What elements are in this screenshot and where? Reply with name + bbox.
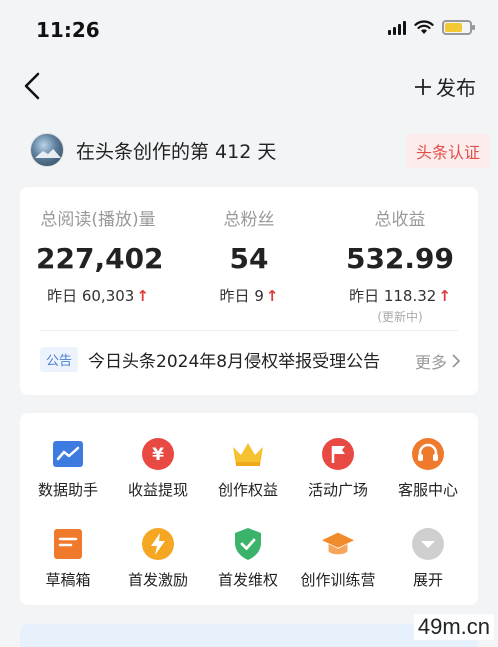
tool-drafts[interactable]: 草稿箱 bbox=[22, 527, 114, 590]
chevron-right-icon bbox=[452, 354, 460, 368]
publish-button[interactable]: 发布 bbox=[414, 72, 476, 101]
tool-label: 创作训练营 bbox=[300, 571, 376, 589]
tool-label: 客服中心 bbox=[397, 481, 458, 499]
yuan-icon: ¥ bbox=[141, 437, 175, 471]
stat-label: 总阅读(播放)量 bbox=[40, 210, 156, 230]
avatar[interactable] bbox=[30, 133, 64, 167]
notice-bar[interactable]: 公告 今日头条2024年8月侵权举报受理公告 更多 bbox=[40, 342, 460, 376]
stat-yesterday: 昨日 60,303 ↑ bbox=[36, 285, 160, 306]
stat-label: 总收益 bbox=[374, 210, 426, 230]
tool-creator-rights[interactable]: 创作权益 bbox=[202, 437, 294, 500]
publish-label: 发布 bbox=[436, 76, 476, 100]
notice-tag: 公告 bbox=[40, 346, 79, 372]
notice-more-label: 更多 bbox=[414, 353, 447, 372]
stat-yesterday-text: 昨日 118.32 bbox=[349, 287, 437, 305]
wifi-icon bbox=[414, 20, 434, 34]
stat-yesterday: 昨日 9 ↑ bbox=[189, 285, 309, 306]
stat-label: 总粉丝 bbox=[223, 210, 275, 230]
tool-label: 首发激励 bbox=[127, 571, 188, 589]
status-bar: 11:26 bbox=[0, 0, 498, 58]
tool-label: 首发维权 bbox=[217, 571, 278, 589]
stat-total-fans[interactable]: 总粉丝 54 昨日 9 ↑ bbox=[189, 205, 309, 306]
tool-expand[interactable]: 展开 bbox=[382, 527, 474, 590]
stat-total-reads[interactable]: 总阅读(播放)量 227,402 昨日 60,303 ↑ bbox=[36, 205, 164, 306]
tool-first-publish-protection[interactable]: 首发维权 bbox=[202, 527, 294, 590]
plus-icon bbox=[415, 78, 431, 95]
chart-icon bbox=[51, 437, 85, 471]
flag-icon bbox=[321, 437, 355, 471]
stat-yesterday-text: 昨日 60,303 bbox=[47, 287, 135, 305]
lightning-icon bbox=[141, 527, 175, 561]
tool-label: 草稿箱 bbox=[45, 571, 91, 589]
trend-up-icon: ↑ bbox=[438, 287, 451, 305]
trend-up-icon: ↑ bbox=[265, 287, 279, 305]
stat-yesterday-text: 昨日 9 bbox=[219, 287, 264, 305]
crown-icon bbox=[231, 437, 265, 471]
tool-income-withdraw[interactable]: ¥ 收益提现 bbox=[112, 437, 204, 500]
divider bbox=[40, 330, 458, 331]
creating-days-text: 在头条创作的第 412 天 bbox=[76, 140, 277, 163]
battery-icon bbox=[442, 20, 475, 35]
trend-up-icon: ↑ bbox=[136, 287, 149, 305]
tool-label: 收益提现 bbox=[127, 481, 188, 499]
tool-label: 创作权益 bbox=[217, 481, 278, 499]
stat-value: 54 bbox=[229, 242, 269, 275]
stat-value: 532.99 bbox=[345, 242, 455, 275]
shield-check-icon bbox=[231, 527, 265, 561]
expand-down-icon bbox=[411, 527, 445, 561]
notice-more-link[interactable]: 更多 bbox=[415, 349, 460, 373]
tool-data-assistant[interactable]: 数据助手 bbox=[22, 437, 114, 500]
watermark: 49m.cn bbox=[413, 614, 494, 640]
tool-activity-square[interactable]: 活动广场 bbox=[292, 437, 384, 500]
stat-value: 227,402 bbox=[36, 242, 164, 275]
stat-yesterday: 昨日 118.32 ↑ bbox=[338, 285, 462, 306]
tool-label: 活动广场 bbox=[307, 481, 368, 499]
nav-bar: 发布 bbox=[0, 58, 498, 118]
tool-first-publish-incentive[interactable]: 首发激励 bbox=[112, 527, 204, 590]
tool-label: 数据助手 bbox=[37, 481, 98, 499]
tool-creator-training[interactable]: 创作训练营 bbox=[292, 527, 384, 590]
stat-total-income[interactable]: 总收益 532.99 昨日 118.32 ↑ (更新中) bbox=[338, 205, 462, 325]
status-time: 11:26 bbox=[36, 18, 100, 42]
tool-label: 展开 bbox=[412, 571, 443, 589]
chevron-left-icon bbox=[24, 72, 40, 100]
author-row: 在头条创作的第 412 天 头条认证 bbox=[30, 130, 490, 170]
bottom-banner[interactable] bbox=[20, 624, 478, 647]
graduation-cap-icon bbox=[321, 527, 355, 561]
back-button[interactable] bbox=[14, 68, 50, 104]
cert-badge[interactable]: 头条认证 bbox=[405, 134, 490, 168]
tool-customer-service[interactable]: 客服中心 bbox=[382, 437, 474, 500]
signal-icon bbox=[388, 20, 406, 35]
tools-grid: 数据助手 ¥ 收益提现 创作权益 活动广场 客服中心 草稿箱 首发激励 首发维权… bbox=[20, 413, 478, 605]
stat-update-note: (更新中) bbox=[377, 310, 423, 324]
notice-text: 今日头条2024年8月侵权举报受理公告 bbox=[88, 351, 381, 372]
draft-icon bbox=[51, 527, 85, 561]
status-icons bbox=[388, 20, 475, 35]
stats-card: 总阅读(播放)量 227,402 昨日 60,303 ↑ 总粉丝 54 昨日 9 ↑… bbox=[20, 187, 478, 395]
svg-text:¥: ¥ bbox=[152, 445, 164, 465]
headset-icon bbox=[411, 437, 445, 471]
